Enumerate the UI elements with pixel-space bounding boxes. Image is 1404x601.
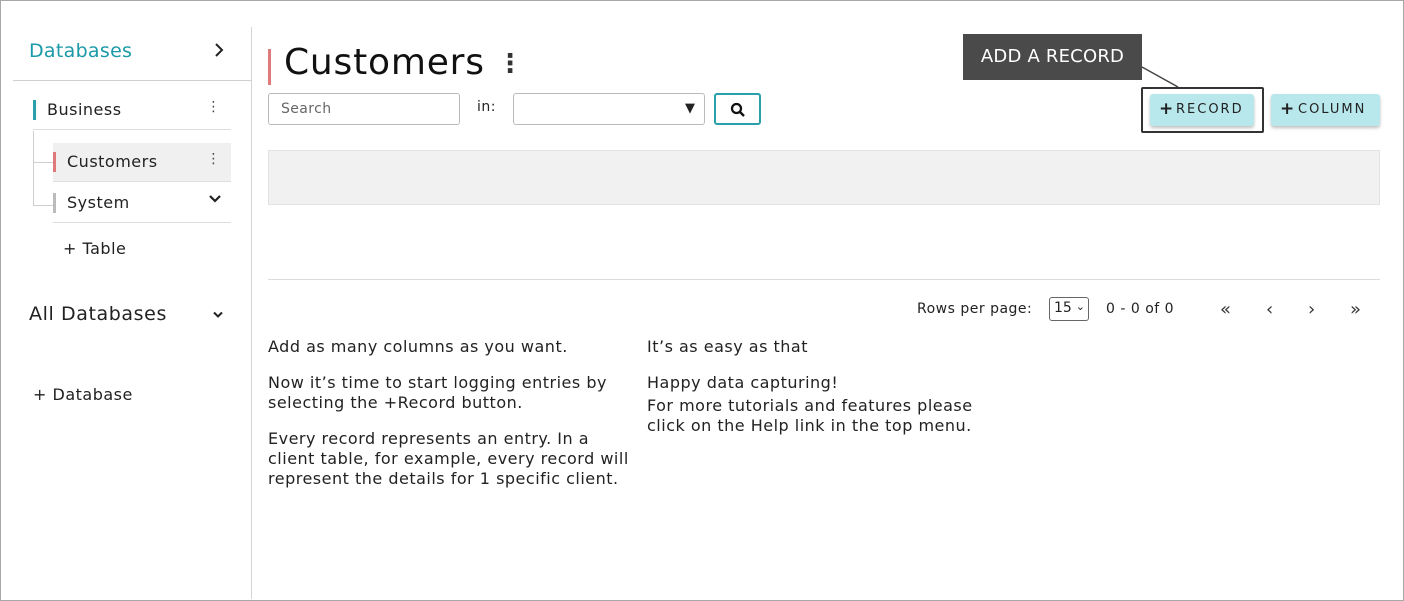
main-panel: Customers ⋮ in: ▼ ADD A RECORD + RECORD … <box>252 27 1402 599</box>
add-database-link[interactable]: + Database <box>33 385 133 404</box>
sidebar: Databases Business ⋮ Customers ⋮ System … <box>13 27 252 599</box>
sidebar-item-customers[interactable]: Customers ⋮ <box>53 143 231 182</box>
rows-per-page-select[interactable]: 15 ⌄ <box>1049 297 1089 321</box>
chevron-right-icon[interactable] <box>214 41 224 62</box>
sidebar-item-label: Customers <box>67 152 158 171</box>
sidebar-item-label: System <box>67 193 130 212</box>
all-databases-heading[interactable]: All Databases <box>29 303 167 325</box>
pagination-range: 0 - 0 of 0 <box>1106 301 1175 317</box>
help-text-left: Add as many columns as you want. Now it’… <box>268 337 630 505</box>
kebab-menu-icon[interactable]: ⋮ <box>207 99 222 115</box>
help-paragraph: Every record represents an entry. In a c… <box>268 429 629 488</box>
help-paragraph: Now it’s time to start logging entries b… <box>268 373 607 412</box>
button-label: RECORD <box>1176 102 1244 117</box>
tree-line <box>33 131 34 205</box>
tree-line <box>33 162 53 163</box>
sidebar-header[interactable]: Databases <box>13 27 251 81</box>
tree-line <box>33 205 53 206</box>
next-page-icon[interactable]: › <box>1308 299 1315 320</box>
help-paragraph: For more tutorials and features please c… <box>647 396 973 435</box>
chevron-down-icon: ⌄ <box>1075 300 1085 313</box>
sidebar-item-label: Business <box>47 100 122 119</box>
first-page-icon[interactable]: « <box>1220 299 1231 320</box>
add-record-button[interactable]: + RECORD <box>1150 94 1254 126</box>
add-table-link[interactable]: + Table <box>63 239 126 258</box>
plus-icon: + <box>1280 99 1297 119</box>
help-paragraph: Happy data capturing! <box>647 373 839 392</box>
active-marker <box>53 152 56 172</box>
item-marker <box>33 100 36 120</box>
item-marker <box>53 193 56 213</box>
plus-icon: + <box>1159 99 1176 119</box>
chevron-down-icon[interactable] <box>209 192 221 208</box>
help-text-right: It’s as easy as that Happy data capturin… <box>647 337 982 452</box>
sidebar-item-business[interactable]: Business ⋮ <box>33 91 231 130</box>
previous-page-icon[interactable]: ‹ <box>1266 299 1273 320</box>
kebab-menu-icon[interactable]: ⋮ <box>207 151 222 167</box>
rows-per-page-label: Rows per page: <box>917 301 1033 317</box>
sidebar-title: Databases <box>29 40 133 62</box>
table-divider <box>268 279 1380 280</box>
rows-per-page-value: 15 <box>1054 300 1072 316</box>
button-label: COLUMN <box>1298 102 1367 117</box>
chevron-down-icon[interactable] <box>213 308 223 323</box>
sidebar-item-system[interactable]: System <box>53 184 231 223</box>
app-frame: Databases Business ⋮ Customers ⋮ System … <box>0 0 1404 601</box>
help-paragraph: Add as many columns as you want. <box>268 337 568 356</box>
last-page-icon[interactable]: » <box>1350 299 1361 320</box>
table-header <box>268 150 1380 205</box>
add-column-button[interactable]: + COLUMN <box>1271 94 1380 126</box>
help-paragraph: It’s as easy as that <box>647 337 808 356</box>
